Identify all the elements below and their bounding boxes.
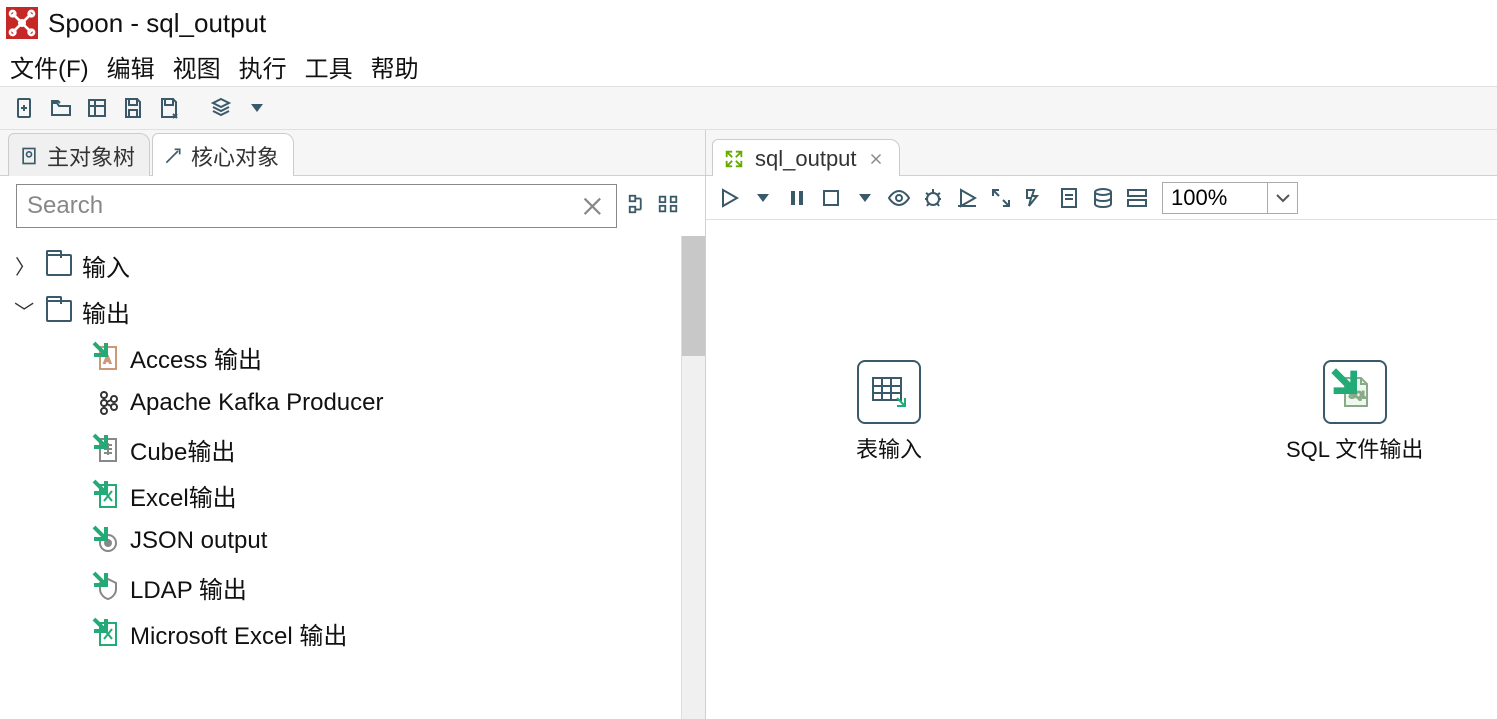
kafka-icon: [96, 389, 120, 417]
titlebar: Spoon - sql_output: [0, 0, 1497, 46]
tree-container: 〉 输入 〉 输出 A Access 输出 Apache Kafka Produ…: [0, 236, 705, 719]
sql-button[interactable]: [1054, 183, 1084, 213]
chevron-down-icon[interactable]: 〉: [11, 300, 40, 322]
tree-item-excel[interactable]: Excel输出: [10, 472, 677, 518]
scrollbar-thumb[interactable]: [682, 236, 705, 356]
debug-button[interactable]: [918, 183, 948, 213]
search-input[interactable]: [27, 192, 579, 220]
tree-item-label: Apache Kafka Producer: [130, 389, 384, 417]
tab-main-tree-label: 主对象树: [47, 140, 135, 172]
table-input-icon: [857, 360, 921, 424]
canvas[interactable]: 表输入 SQL SQL 文件输出: [706, 220, 1497, 719]
tab-core-objects-label: 核心对象: [191, 140, 279, 172]
window-title: Spoon - sql_output: [48, 8, 266, 39]
tab-main-tree[interactable]: 主对象树: [8, 133, 150, 176]
menu-help[interactable]: 帮助: [371, 49, 419, 84]
impact-button[interactable]: [1020, 183, 1050, 213]
run-button[interactable]: [714, 183, 744, 213]
editor-toolbar: 100%: [706, 176, 1497, 220]
replay-button[interactable]: [952, 183, 982, 213]
tree-scrollbar[interactable]: [681, 236, 705, 719]
run-dropdown[interactable]: [748, 183, 778, 213]
file-cube-icon: [96, 435, 120, 463]
sql-file-output-icon: SQL: [1323, 360, 1387, 424]
tree-item-cube[interactable]: Cube输出: [10, 426, 677, 472]
zoom-value: 100%: [1163, 185, 1267, 211]
tree-item-label: LDAP 输出: [130, 570, 247, 605]
step-sql-file-output[interactable]: SQL SQL 文件输出: [1286, 360, 1423, 464]
editor-tab-label: sql_output: [755, 146, 857, 172]
stop-button[interactable]: [816, 183, 846, 213]
menubar: 文件(F) 编辑 视图 执行 工具 帮助: [0, 46, 1497, 86]
tree-item-label: JSON output: [130, 527, 267, 555]
editor-tabs: sql_output: [706, 130, 1497, 176]
expand-all-icon[interactable]: [627, 193, 649, 220]
tree-node-input[interactable]: 〉 输入: [10, 242, 677, 288]
clear-search-icon[interactable]: [579, 192, 606, 220]
save-button[interactable]: [118, 93, 148, 123]
save-as-button[interactable]: [154, 93, 184, 123]
app-icon: [6, 7, 38, 39]
menu-view[interactable]: 视图: [173, 49, 221, 84]
file-msexcel-icon: [96, 619, 120, 647]
tree-item-label: Cube输出: [130, 432, 235, 467]
open-file-button[interactable]: [46, 93, 76, 123]
stop-dropdown[interactable]: [850, 183, 880, 213]
tab-core-objects[interactable]: 核心对象: [152, 133, 294, 176]
tree-node-output[interactable]: 〉 输出: [10, 288, 677, 334]
search-row: [0, 176, 705, 236]
chevron-right-icon[interactable]: 〉: [14, 251, 36, 280]
database-explorer-button[interactable]: [1088, 183, 1118, 213]
tree-item-label: Microsoft Excel 输出: [130, 616, 347, 651]
file-excel-icon: [96, 481, 120, 509]
tree-item-kafka[interactable]: Apache Kafka Producer: [10, 380, 677, 426]
step-label: SQL 文件输出: [1286, 432, 1423, 464]
tree-node-input-label: 输入: [82, 248, 130, 283]
explore-button[interactable]: [82, 93, 112, 123]
transformation-icon: [723, 148, 745, 170]
tree-item-label: Access 输出: [130, 340, 262, 375]
editor-tab[interactable]: sql_output: [712, 139, 900, 176]
pause-button[interactable]: [782, 183, 812, 213]
menu-tools[interactable]: 工具: [305, 49, 353, 84]
step-table-input[interactable]: 表输入: [856, 360, 922, 464]
tree-item-json[interactable]: JSON output: [10, 518, 677, 564]
collapse-all-icon[interactable]: [657, 193, 679, 220]
object-tree: 〉 输入 〉 输出 A Access 输出 Apache Kafka Produ…: [0, 236, 681, 719]
tree-item-ldap[interactable]: LDAP 输出: [10, 564, 677, 610]
editor-area: sql_output 100%: [706, 130, 1497, 719]
perspective-button[interactable]: [206, 93, 236, 123]
sidebar-tabs: 主对象树 核心对象: [0, 130, 705, 176]
toolbar-top: [0, 86, 1497, 130]
zoom-dropdown-icon[interactable]: [1267, 183, 1297, 213]
tree-node-output-label: 输出: [82, 294, 130, 329]
menu-run[interactable]: 执行: [239, 49, 287, 84]
tree-item-access[interactable]: A Access 输出: [10, 334, 677, 380]
menu-edit[interactable]: 编辑: [107, 49, 155, 84]
tree-item-msexcel[interactable]: Microsoft Excel 输出: [10, 610, 677, 656]
menu-file[interactable]: 文件(F): [10, 49, 89, 84]
tree-item-label: Excel输出: [130, 478, 237, 513]
folder-icon: [46, 300, 72, 322]
folder-icon: [46, 254, 72, 276]
file-ldap-icon: [96, 573, 120, 601]
search-box[interactable]: [16, 184, 617, 228]
file-json-icon: [96, 527, 120, 555]
perspective-dropdown[interactable]: [242, 93, 272, 123]
new-file-button[interactable]: [10, 93, 40, 123]
show-results-button[interactable]: [1122, 183, 1152, 213]
sidebar: 主对象树 核心对象 〉: [0, 130, 706, 719]
step-label: 表输入: [856, 432, 922, 464]
close-tab-icon[interactable]: [867, 150, 885, 168]
preview-button[interactable]: [884, 183, 914, 213]
verify-button[interactable]: [986, 183, 1016, 213]
zoom-selector[interactable]: 100%: [1162, 182, 1298, 214]
file-access-icon: A: [96, 343, 120, 371]
main-area: 主对象树 核心对象 〉: [0, 130, 1497, 719]
